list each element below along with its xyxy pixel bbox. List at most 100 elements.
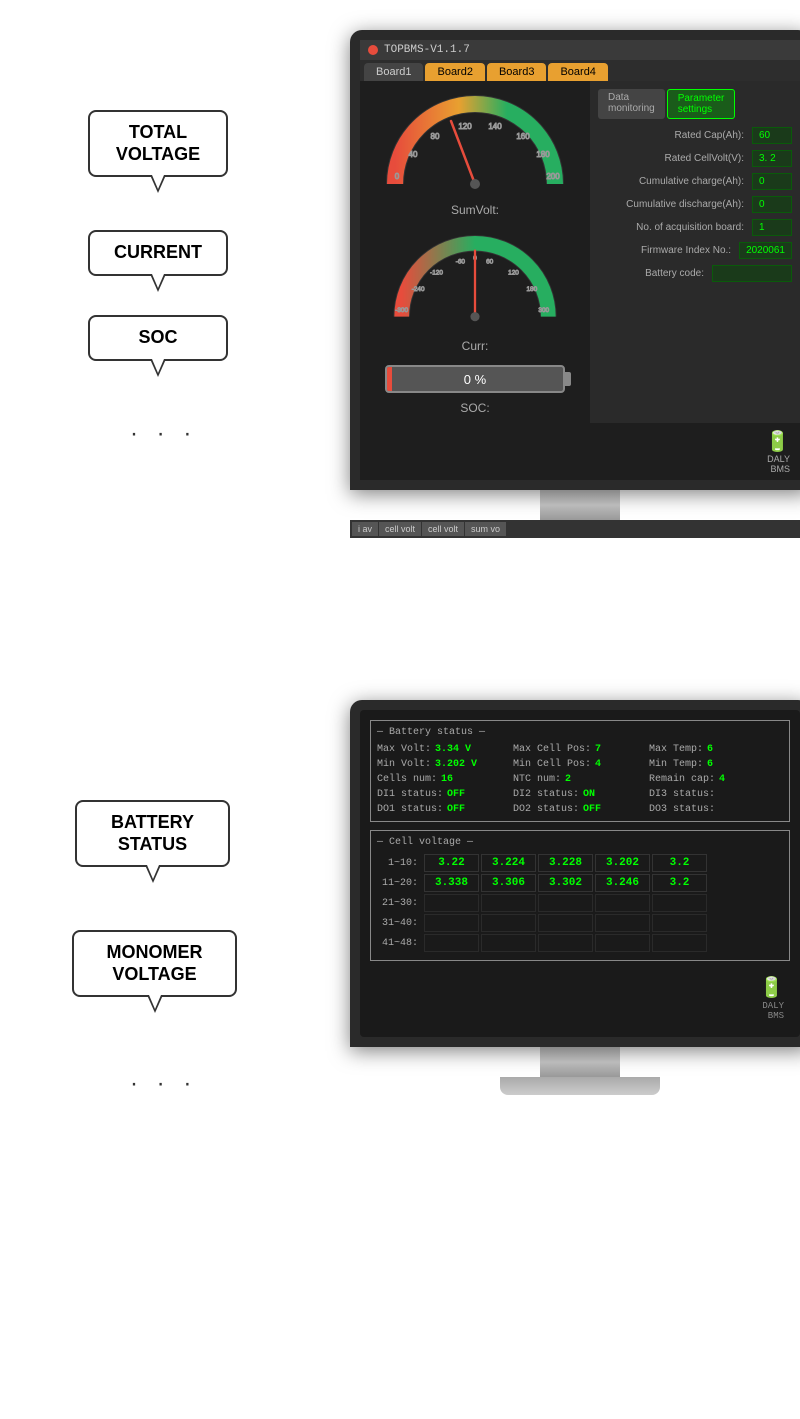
svg-text:200: 200 xyxy=(546,172,560,181)
min-volt: Min Volt: 3.202 V xyxy=(377,759,511,770)
monitor-stand-2 xyxy=(540,1047,620,1077)
monitor-screen-2: — Battery status — Max Volt: 3.34 V Max … xyxy=(360,710,800,1037)
tab-board4[interactable]: Board4 xyxy=(548,63,607,81)
parameters-panel: Data monitoring Parameter settings Rated… xyxy=(590,81,800,423)
soc-bar-container: 0 % xyxy=(385,365,565,393)
svg-text:-300: -300 xyxy=(395,307,408,314)
curr-label: Curr: xyxy=(462,339,489,353)
daly-logo-2: 🔋 DALY BMS xyxy=(370,969,790,1027)
max-cell-pos: Max Cell Pos: 7 xyxy=(513,744,647,755)
param-value-6 xyxy=(712,265,792,282)
param-acquisition-board: No. of acquisition board: 1 xyxy=(598,219,792,236)
footer-tab-2[interactable]: cell volt xyxy=(422,522,464,536)
di1-status: DI1 status: OFF xyxy=(377,789,511,800)
footer-tab-1[interactable]: cell volt xyxy=(379,522,421,536)
svg-text:160: 160 xyxy=(516,132,530,141)
param-value-3: 0 xyxy=(752,196,792,213)
titlebar: TOPBMS-V1.1.7 xyxy=(360,40,800,60)
do2-status: DO2 status: OFF xyxy=(513,804,647,815)
param-label-6: Battery code: xyxy=(598,268,708,279)
param-rated-cap: Rated Cap(Ah): 60 xyxy=(598,127,792,144)
svg-text:120: 120 xyxy=(508,270,519,277)
svg-text:-120: -120 xyxy=(430,270,443,277)
app-title: TOPBMS-V1.1.7 xyxy=(384,44,470,56)
dots-1: · · · xyxy=(130,420,197,448)
cell-row-41-48: 41~48: xyxy=(377,934,783,952)
param-value-1: 3. 2 xyxy=(752,150,792,167)
svg-text:140: 140 xyxy=(488,122,502,131)
param-firmware-index: Firmware Index No.: 2020061 xyxy=(598,242,792,259)
monitor-body-2: — Battery status — Max Volt: 3.34 V Max … xyxy=(350,700,800,1047)
current-label: CURRENT xyxy=(114,242,202,262)
param-label-4: No. of acquisition board: xyxy=(598,222,748,233)
param-label-5: Firmware Index No.: xyxy=(598,245,735,256)
battery-status-label: BATTERY STATUS xyxy=(111,812,194,854)
svg-text:180: 180 xyxy=(526,286,537,293)
monitor-1: TOPBMS-V1.1.7 Board1 Board2 Board3 Board… xyxy=(350,30,800,538)
battery-status-section: — Battery status — Max Volt: 3.34 V Max … xyxy=(370,720,790,822)
current-bubble: CURRENT xyxy=(88,230,228,276)
param-battery-code: Battery code: xyxy=(598,265,792,282)
dots-2: · · · xyxy=(130,1070,197,1098)
svg-text:300: 300 xyxy=(538,307,549,314)
svg-text:120: 120 xyxy=(458,122,472,131)
di3-status: DI3 status: xyxy=(649,789,783,800)
param-label-1: Rated CellVolt(V): xyxy=(598,153,748,164)
svg-text:180: 180 xyxy=(536,150,550,159)
svg-text:80: 80 xyxy=(431,132,440,141)
board-tabs: Board1 Board2 Board3 Board4 xyxy=(360,60,800,81)
di2-status: DI2 status: ON xyxy=(513,789,647,800)
cell-row-31-40: 31~40: xyxy=(377,914,783,932)
battery-status-title: — Battery status — xyxy=(377,727,783,738)
close-dot xyxy=(368,45,378,55)
param-label-0: Rated Cap(Ah): xyxy=(598,130,748,141)
min-cell-pos: Min Cell Pos: 4 xyxy=(513,759,647,770)
total-voltage-label: TOTAL VOLTAGE xyxy=(116,122,200,164)
cell-row-1-10: 1~10: 3.22 3.224 3.228 3.202 3.2 xyxy=(377,854,783,872)
ntc-num: NTC num: 2 xyxy=(513,774,647,785)
param-value-0: 60 xyxy=(752,127,792,144)
cell-voltage-title: — Cell voltage — xyxy=(377,837,783,848)
battery-screen: — Battery status — Max Volt: 3.34 V Max … xyxy=(360,710,800,1037)
sum-volt-label: SumVolt: xyxy=(451,203,499,217)
tab-board3[interactable]: Board3 xyxy=(487,63,546,81)
svg-text:-240: -240 xyxy=(412,286,425,293)
cell-voltage-section: — Cell voltage — 1~10: 3.22 3.224 3.228 … xyxy=(370,830,790,961)
footer-tabs: i av cell volt cell volt sum vo xyxy=(350,520,800,538)
soc-label: SOC xyxy=(138,327,177,347)
svg-text:-60: -60 xyxy=(456,259,466,266)
do1-status: DO1 status: OFF xyxy=(377,804,511,815)
soc-label-display: SOC: xyxy=(460,401,489,415)
footer-tab-0[interactable]: i av xyxy=(352,522,378,536)
svg-text:0: 0 xyxy=(395,172,400,181)
max-temp: Max Temp: 6 xyxy=(649,744,783,755)
do3-status: DO3 status: xyxy=(649,804,783,815)
subtab-parameter-settings[interactable]: Parameter settings xyxy=(667,89,736,119)
param-cumulative-charge: Cumulative charge(Ah): 0 xyxy=(598,173,792,190)
battery-status-grid: Max Volt: 3.34 V Max Cell Pos: 7 Max Tem… xyxy=(377,744,783,815)
param-value-5: 2020061 xyxy=(739,242,792,259)
param-label-3: Cumulative discharge(Ah): xyxy=(598,199,748,210)
tab-board2[interactable]: Board2 xyxy=(425,63,484,81)
svg-text:60: 60 xyxy=(486,259,494,266)
battery-status-bubble: BATTERY STATUS xyxy=(75,800,230,867)
soc-bubble: SOC xyxy=(88,315,228,361)
svg-text:40: 40 xyxy=(409,150,418,159)
max-volt: Max Volt: 3.34 V xyxy=(377,744,511,755)
soc-bar: 0 % xyxy=(385,365,565,393)
footer-tab-3[interactable]: sum vo xyxy=(465,522,506,536)
bms-content: 0 40 80 120 140 160 180 200 SumVolt: xyxy=(360,81,800,423)
cell-voltage-grid: 1~10: 3.22 3.224 3.228 3.202 3.2 11~20: … xyxy=(377,854,783,952)
param-rated-cell-volt: Rated CellVolt(V): 3. 2 xyxy=(598,150,792,167)
tab-board1[interactable]: Board1 xyxy=(364,63,423,81)
soc-percent: 0 % xyxy=(387,372,563,387)
min-temp: Min Temp: 6 xyxy=(649,759,783,770)
subtab-data-monitoring[interactable]: Data monitoring xyxy=(598,89,665,119)
remain-cap: Remain cap: 4 xyxy=(649,774,783,785)
sub-tabs: Data monitoring Parameter settings xyxy=(598,89,792,119)
monomer-voltage-bubble: MONOMER VOLTAGE xyxy=(72,930,237,997)
monitor-stand-1 xyxy=(540,490,620,520)
voltage-gauge: 0 40 80 120 140 160 180 200 xyxy=(375,89,575,199)
param-value-2: 0 xyxy=(752,173,792,190)
gauges-panel: 0 40 80 120 140 160 180 200 SumVolt: xyxy=(360,81,590,423)
